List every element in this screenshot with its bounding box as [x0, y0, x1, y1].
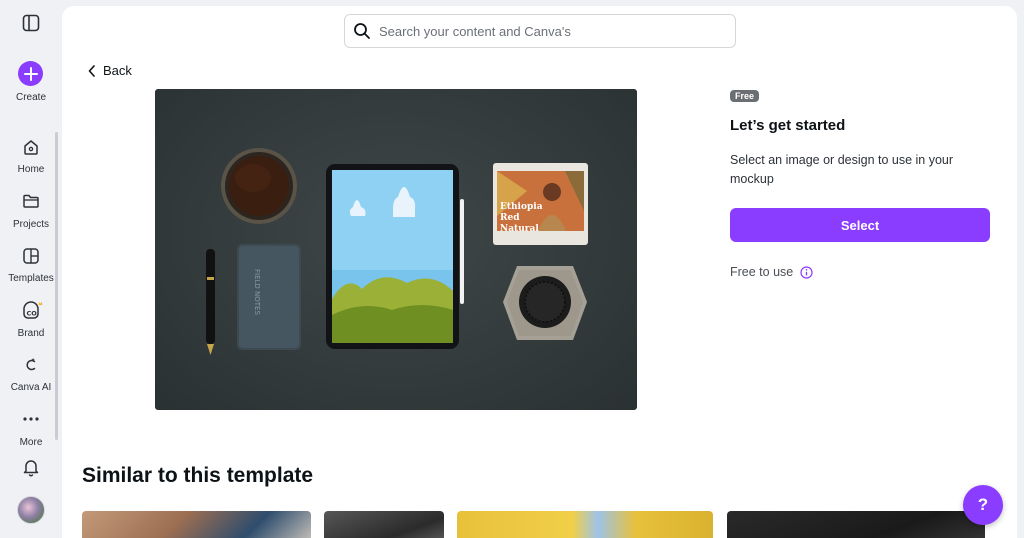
templates-icon[interactable]	[21, 246, 41, 266]
create-label: Create	[15, 92, 46, 103]
coffee-cup	[221, 148, 297, 224]
create-button[interactable]	[18, 61, 43, 86]
bell-icon[interactable]	[21, 457, 41, 477]
similar-template-thumbnail[interactable]	[457, 511, 713, 538]
sidebar-item-home[interactable]: Home	[0, 164, 62, 175]
search-input[interactable]	[379, 23, 719, 39]
back-button[interactable]: Back	[88, 63, 132, 78]
sidebar-item-templates[interactable]: Templates	[0, 273, 62, 284]
tablet	[326, 164, 464, 349]
help-button[interactable]: ?	[963, 485, 1003, 525]
search-icon	[354, 23, 370, 39]
free-to-use-row: Free to use	[730, 265, 813, 279]
panel-description: Select an image or design to use in your…	[730, 153, 954, 186]
canva-ai-icon[interactable]	[21, 355, 41, 375]
svg-text:CO: CO	[27, 310, 38, 318]
template-preview-image: FIELD NOTES Ethiopia Red Natural	[155, 89, 637, 410]
more-icon[interactable]	[21, 409, 41, 429]
portrait-head	[543, 183, 561, 201]
folder-icon[interactable]	[21, 191, 41, 211]
back-label: Back	[103, 63, 132, 78]
notebook: FIELD NOTES	[237, 244, 301, 350]
search-bar[interactable]	[344, 14, 736, 48]
notebook-text: FIELD NOTES	[253, 269, 261, 315]
package-text-3: Natural	[500, 224, 539, 234]
stylus	[460, 199, 464, 304]
plus-icon	[23, 66, 38, 81]
pen	[206, 249, 215, 355]
panel-title: Let’s get started	[730, 117, 846, 134]
coffee-package: Ethiopia Red Natural	[493, 163, 588, 245]
similar-template-thumbnail[interactable]	[727, 511, 985, 538]
select-button[interactable]: Select	[730, 208, 990, 242]
similar-template-thumbnail[interactable]	[82, 511, 311, 538]
sidebar-toggle-icon[interactable]	[21, 13, 41, 33]
sidebar: Create Home Projects Templates CO Brand …	[0, 0, 62, 538]
sidebar-item-canva-ai[interactable]: Canva AI	[0, 382, 62, 393]
brand-icon[interactable]: CO	[21, 300, 43, 320]
sidebar-item-projects[interactable]: Projects	[0, 219, 62, 230]
similar-template-thumbnail[interactable]	[324, 511, 444, 538]
sidebar-item-brand[interactable]: Brand	[0, 328, 62, 339]
sidebar-scrollbar[interactable]	[55, 132, 58, 440]
main-panel: Back FIELD NOTES	[62, 6, 1017, 538]
info-icon[interactable]	[800, 265, 813, 279]
package-text-1: Ethiopia	[500, 202, 543, 212]
free-badge: Free	[730, 90, 760, 102]
free-to-use-label: Free to use	[730, 265, 794, 279]
coffee-grinder	[503, 266, 587, 340]
similar-section-title: Similar to this template	[82, 464, 314, 487]
avatar[interactable]	[17, 496, 45, 524]
chevron-left-icon	[88, 64, 95, 77]
sidebar-item-more[interactable]: More	[0, 437, 62, 448]
crown-icon	[38, 302, 43, 305]
package-text-2: Red	[500, 213, 520, 223]
home-icon[interactable]	[21, 137, 41, 157]
